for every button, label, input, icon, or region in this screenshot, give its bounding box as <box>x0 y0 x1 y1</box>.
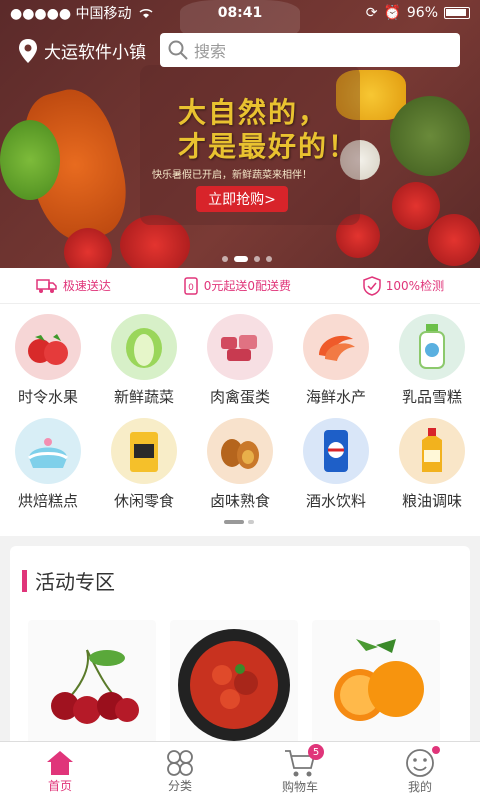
tab-cart[interactable]: 5 购物车 <box>240 742 360 800</box>
pager-dot-active <box>224 520 244 524</box>
status-bar: ●●●●● 中国移动 08:41 ⟳ ⏰ 96% <box>0 0 480 26</box>
category-bakery[interactable]: 烘焙糕点 <box>0 412 96 516</box>
battery-icon <box>444 7 470 19</box>
cherries-image <box>51 649 139 724</box>
soda-can-icon <box>303 418 369 484</box>
cart-badge: 5 <box>308 744 324 760</box>
category-label: 粮油调味 <box>401 492 462 510</box>
tab-category[interactable]: 分类 <box>120 742 240 800</box>
vegetable-decoration <box>428 214 480 266</box>
feature-quality-check: 100%检测 <box>363 275 445 296</box>
cabbage-icon <box>111 314 177 380</box>
milk-bottle-icon <box>399 314 465 380</box>
feature-free-delivery: 0 0元起送0配送费 <box>183 276 291 295</box>
carousel-dot[interactable] <box>222 256 228 262</box>
category-fruit[interactable]: 时令水果 <box>0 308 96 412</box>
carousel-dot[interactable] <box>266 256 272 262</box>
category-drinks[interactable]: 酒水饮料 <box>288 412 384 516</box>
vegetable-decoration <box>64 228 112 268</box>
vegetable-decoration <box>0 120 60 200</box>
category-vegetables[interactable]: 新鲜蔬菜 <box>96 308 192 412</box>
notification-dot <box>432 746 440 754</box>
oranges-image <box>334 639 424 721</box>
location-label: 大运软件小镇 <box>44 43 146 63</box>
feature-fast-delivery: 极速送达 <box>36 277 111 294</box>
activity-items <box>28 620 440 750</box>
title-accent-bar <box>22 569 27 592</box>
feature-label: 极速送达 <box>62 279 111 293</box>
category-label: 休闲零食 <box>113 492 174 510</box>
fruit-icon <box>15 314 81 380</box>
cake-icon <box>15 418 81 484</box>
category-label: 酒水饮料 <box>305 492 366 510</box>
feature-label: 0元起送0配送费 <box>203 279 291 293</box>
category-label: 肉禽蛋类 <box>209 388 270 406</box>
clock: 08:41 <box>217 5 263 21</box>
tab-label: 分类 <box>167 778 192 793</box>
feature-label: 100%检测 <box>385 279 445 293</box>
banner-title: 大自然的， 才是最好的！ <box>178 96 358 164</box>
shrimp-icon <box>303 314 369 380</box>
pager-dot <box>248 520 254 524</box>
oil-bottle-icon <box>399 418 465 484</box>
search-input[interactable]: 搜索 <box>160 33 460 67</box>
tab-label: 首页 <box>47 778 72 793</box>
category-label: 海鲜水产 <box>305 388 366 406</box>
category-oil-seasoning[interactable]: 粮油调味 <box>384 412 480 516</box>
category-label: 时令水果 <box>17 388 78 406</box>
banner-title-line2: 才是最好的！ <box>178 130 359 163</box>
banner-subtitle: 快乐暑假已开启，新鲜蔬菜来相伴！ <box>152 170 312 181</box>
tab-label: 我的 <box>407 779 432 794</box>
tab-profile[interactable]: 我的 <box>360 742 480 800</box>
category-icon <box>167 749 193 776</box>
category-label: 新鲜蔬菜 <box>113 388 174 406</box>
carousel-dot-active[interactable] <box>234 256 248 262</box>
category-seafood[interactable]: 海鲜水产 <box>288 308 384 412</box>
snack-bag-icon <box>111 418 177 484</box>
activity-item-oranges[interactable] <box>312 620 440 750</box>
category-label: 烘焙糕点 <box>17 492 78 510</box>
service-features: 极速送达 0 0元起送0配送费 100%检测 <box>0 268 480 304</box>
svg-text:0: 0 <box>188 283 194 293</box>
profile-icon <box>406 748 434 777</box>
category-meat[interactable]: 肉禽蛋类 <box>192 308 288 412</box>
home-icon <box>47 750 73 775</box>
receipt-icon: 0 <box>183 276 198 295</box>
category-grid: 时令水果 新鲜蔬菜 肉禽蛋类 海鲜水产 乳品雪糕 烘焙糕点 休闲零食 卤味熟食 … <box>0 304 480 536</box>
search-placeholder: 搜索 <box>194 42 227 61</box>
buy-now-button[interactable]: 立即抢购> <box>196 186 288 212</box>
truck-icon <box>36 278 57 293</box>
category-pager <box>224 520 254 524</box>
location-pin-icon <box>19 38 37 63</box>
hero-banner[interactable]: ●●●●● 中国移动 08:41 ⟳ ⏰ 96% 大运软件小镇 搜索 大自然的，… <box>0 0 480 268</box>
category-dairy[interactable]: 乳品雪糕 <box>384 308 480 412</box>
crayfish-dish-image <box>178 629 290 741</box>
tab-home[interactable]: 首页 <box>0 742 120 800</box>
activity-item-crayfish[interactable] <box>170 620 298 750</box>
section-title: 活动专区 <box>22 566 115 595</box>
section-title-text: 活动专区 <box>35 570 115 594</box>
location-selector[interactable]: 大运软件小镇 <box>18 38 146 63</box>
bottom-tab-bar: 首页 分类 5 购物车 我的 <box>0 741 480 800</box>
category-braised[interactable]: 卤味熟食 <box>192 412 288 516</box>
banner-title-line1: 大自然的， <box>178 96 329 129</box>
category-label: 卤味熟食 <box>209 492 270 510</box>
carousel-dot[interactable] <box>254 256 260 262</box>
shield-check-icon <box>363 275 381 296</box>
vegetable-decoration <box>390 96 470 176</box>
search-icon <box>168 40 188 60</box>
activity-item-cherries[interactable] <box>28 620 156 750</box>
meat-icon <box>207 314 273 380</box>
category-snacks[interactable]: 休闲零食 <box>96 412 192 516</box>
egg-icon <box>207 418 273 484</box>
tab-label: 购物车 <box>281 779 318 794</box>
category-label: 乳品雪糕 <box>401 388 462 406</box>
carousel-indicator <box>222 256 272 262</box>
